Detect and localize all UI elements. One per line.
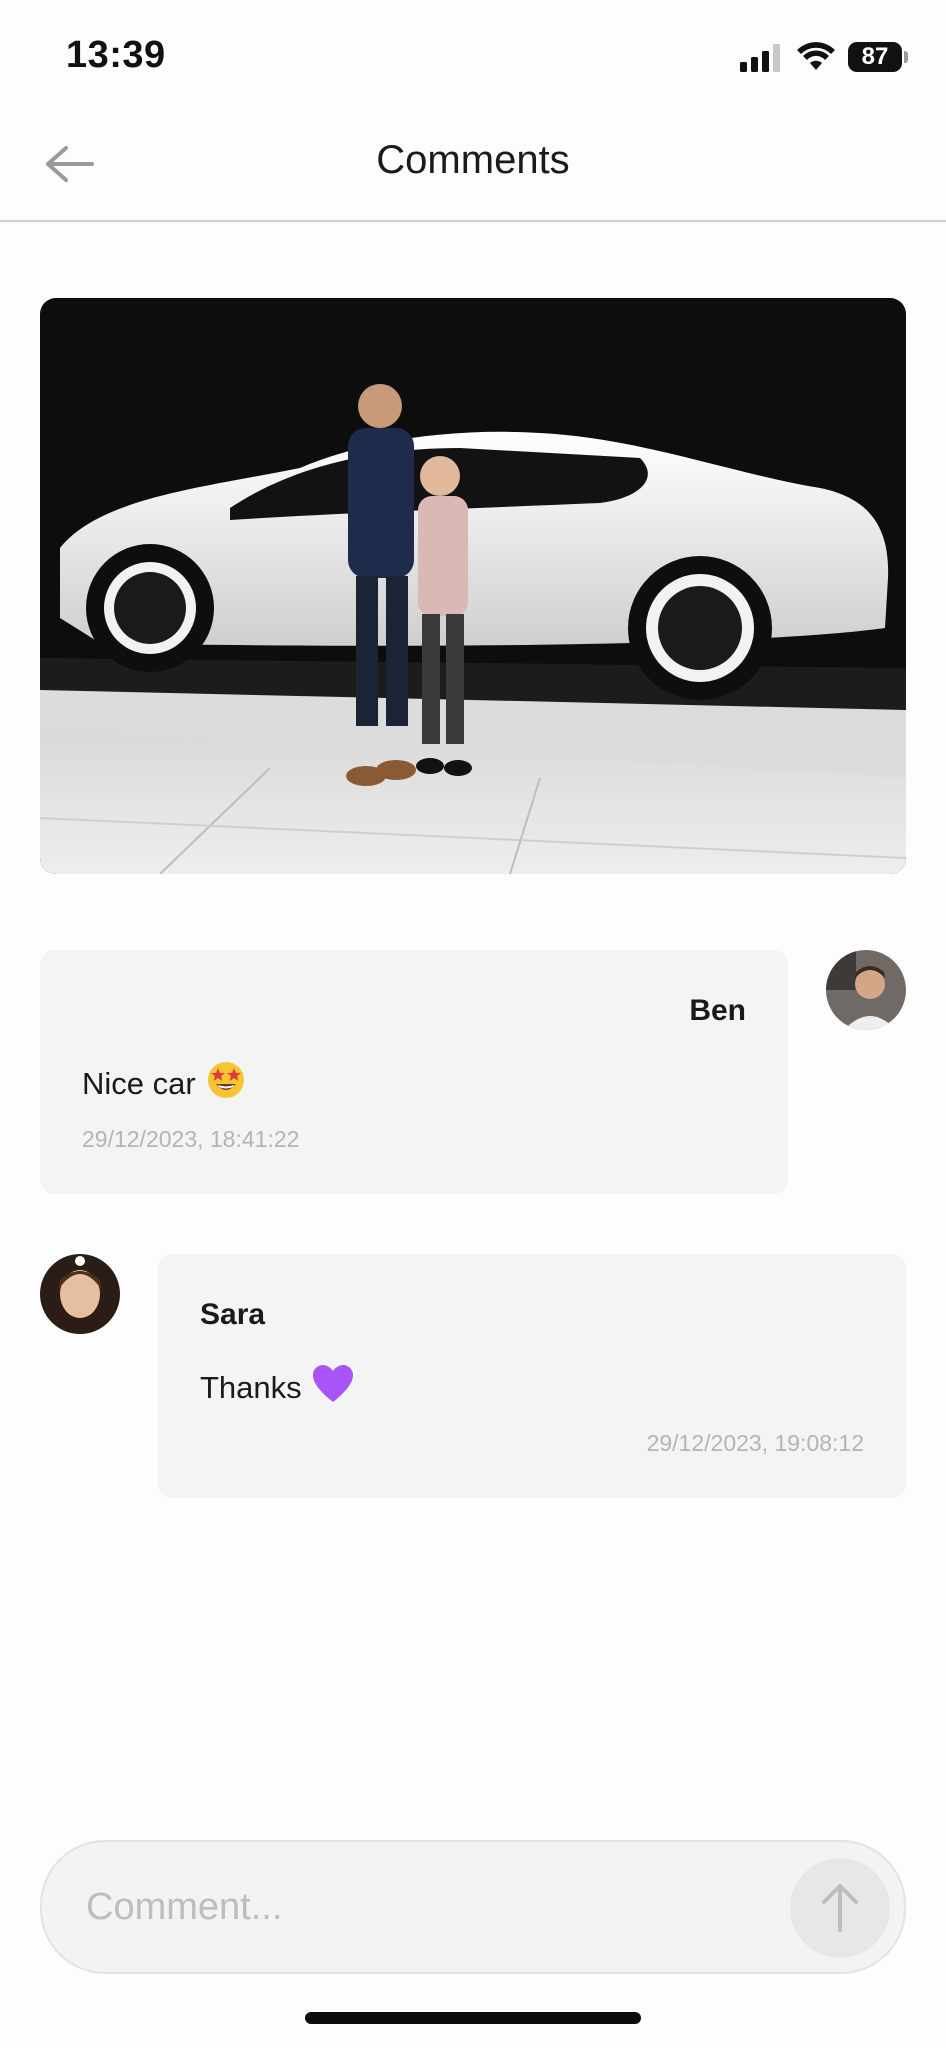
comment-input[interactable]	[84, 1878, 788, 1936]
comment-timestamp: 29/12/2023, 18:41:22	[82, 1126, 300, 1152]
comment-bubble: Sara Thanks 29/12/2023, 19:08:12	[158, 1254, 906, 1498]
comment-text: Thanks	[200, 1364, 354, 1412]
send-button[interactable]	[790, 1858, 890, 1958]
comment-timestamp: 29/12/2023, 19:08:12	[646, 1430, 864, 1456]
home-indicator	[305, 2012, 641, 2024]
purple-heart-icon	[312, 1364, 354, 1412]
comment-body: Nice car	[82, 1066, 196, 1101]
comment-author: Sara	[200, 1298, 266, 1331]
status-bar: 13:39 87	[0, 0, 946, 110]
battery-level: 87	[848, 42, 902, 72]
comment-bubble: Ben Nice car 29/12/2023, 18:41:22	[40, 950, 788, 1194]
avatar[interactable]	[40, 1254, 120, 1334]
comment-body: Thanks	[200, 1370, 302, 1405]
arrow-up-icon	[822, 1884, 858, 1932]
comment-text: Nice car	[82, 1060, 246, 1108]
comment-author: Ben	[689, 994, 746, 1027]
battery-tip	[904, 51, 908, 63]
post-photo	[40, 298, 906, 874]
cellular-signal-icon	[740, 44, 780, 72]
status-time: 13:39	[66, 34, 166, 76]
wifi-icon	[797, 42, 835, 70]
page-title: Comments	[376, 138, 570, 182]
avatar[interactable]	[826, 950, 906, 1030]
top-navigation-bar: Comments	[0, 110, 946, 222]
star-struck-emoji-icon	[206, 1060, 246, 1108]
comment-composer	[40, 1840, 906, 1974]
